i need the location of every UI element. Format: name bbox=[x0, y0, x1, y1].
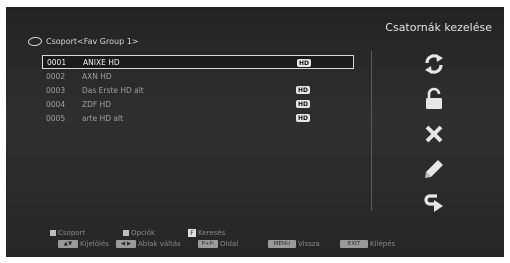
leftright-key-icon: ◀ ▶ bbox=[116, 240, 136, 248]
updown-key-icon: ▲▼ bbox=[58, 240, 78, 248]
sync-arrows-icon[interactable] bbox=[421, 51, 447, 77]
channel-name: AXN HD bbox=[82, 71, 112, 81]
delete-x-icon[interactable] bbox=[421, 121, 447, 147]
red-key-icon bbox=[50, 230, 56, 236]
channel-number: 0002 bbox=[46, 71, 66, 81]
channel-row[interactable]: 0005 arte HD alt HD bbox=[42, 111, 354, 125]
channel-number: 0004 bbox=[46, 99, 66, 109]
legend-group: Csoport bbox=[50, 229, 85, 237]
pencil-icon[interactable] bbox=[421, 156, 447, 182]
legend-page: P+P- Oldal bbox=[198, 240, 238, 248]
hd-badge: HD bbox=[296, 100, 310, 108]
group-label: Csoport<Fav Group 1> bbox=[46, 37, 139, 46]
green-key-icon bbox=[123, 230, 129, 236]
legend-back: MENU Vissza bbox=[268, 240, 320, 248]
hd-badge: HD bbox=[296, 114, 310, 122]
group-selector[interactable]: Csoport<Fav Group 1> bbox=[27, 36, 139, 47]
find-key-icon: F bbox=[188, 229, 196, 237]
action-column bbox=[414, 51, 454, 226]
channel-number: 0005 bbox=[46, 113, 66, 123]
tv-screen: Csatornák kezelése Csoport<Fav Group 1> … bbox=[6, 7, 504, 257]
button-legend: Csoport Opciók F Keresés ▲▼ Kijelölés ◀ … bbox=[50, 229, 450, 251]
group-icon bbox=[27, 36, 43, 47]
channel-row[interactable]: 0003 Das Erste HD alt HD bbox=[42, 83, 354, 97]
channel-name: ANIXE HD bbox=[83, 57, 120, 67]
page-key-icon: P+P- bbox=[198, 240, 218, 248]
lock-icon[interactable] bbox=[421, 86, 447, 112]
legend-options: Opciók bbox=[123, 229, 155, 237]
panel-title: Csatornák kezelése bbox=[385, 21, 492, 34]
channel-number: 0003 bbox=[46, 85, 66, 95]
channel-name: arte HD alt bbox=[82, 113, 124, 123]
channel-name: ZDF HD bbox=[82, 99, 112, 109]
menu-key-icon: MENU bbox=[268, 240, 296, 248]
legend-find: F Keresés bbox=[188, 229, 225, 237]
channel-list: 0001 ANIXE HD HD 0002 AXN HD 0003 Das Er… bbox=[42, 55, 354, 125]
channel-row[interactable]: 0004 ZDF HD HD bbox=[42, 97, 354, 111]
exit-key-icon: EXIT bbox=[340, 240, 368, 248]
legend-exit: EXIT Kilépés bbox=[340, 240, 395, 248]
legend-switch: ◀ ▶ Ablak váltás bbox=[116, 240, 181, 248]
channel-name: Das Erste HD alt bbox=[82, 85, 144, 95]
legend-select: ▲▼ Kijelölés bbox=[58, 240, 109, 248]
panel-divider bbox=[371, 51, 372, 211]
move-arrow-icon[interactable] bbox=[421, 191, 447, 217]
hd-badge: HD bbox=[297, 59, 311, 67]
hd-badge: HD bbox=[296, 86, 310, 94]
channel-number: 0001 bbox=[47, 57, 67, 67]
channel-row[interactable]: 0001 ANIXE HD HD bbox=[42, 55, 354, 69]
channel-row[interactable]: 0002 AXN HD bbox=[42, 69, 354, 83]
